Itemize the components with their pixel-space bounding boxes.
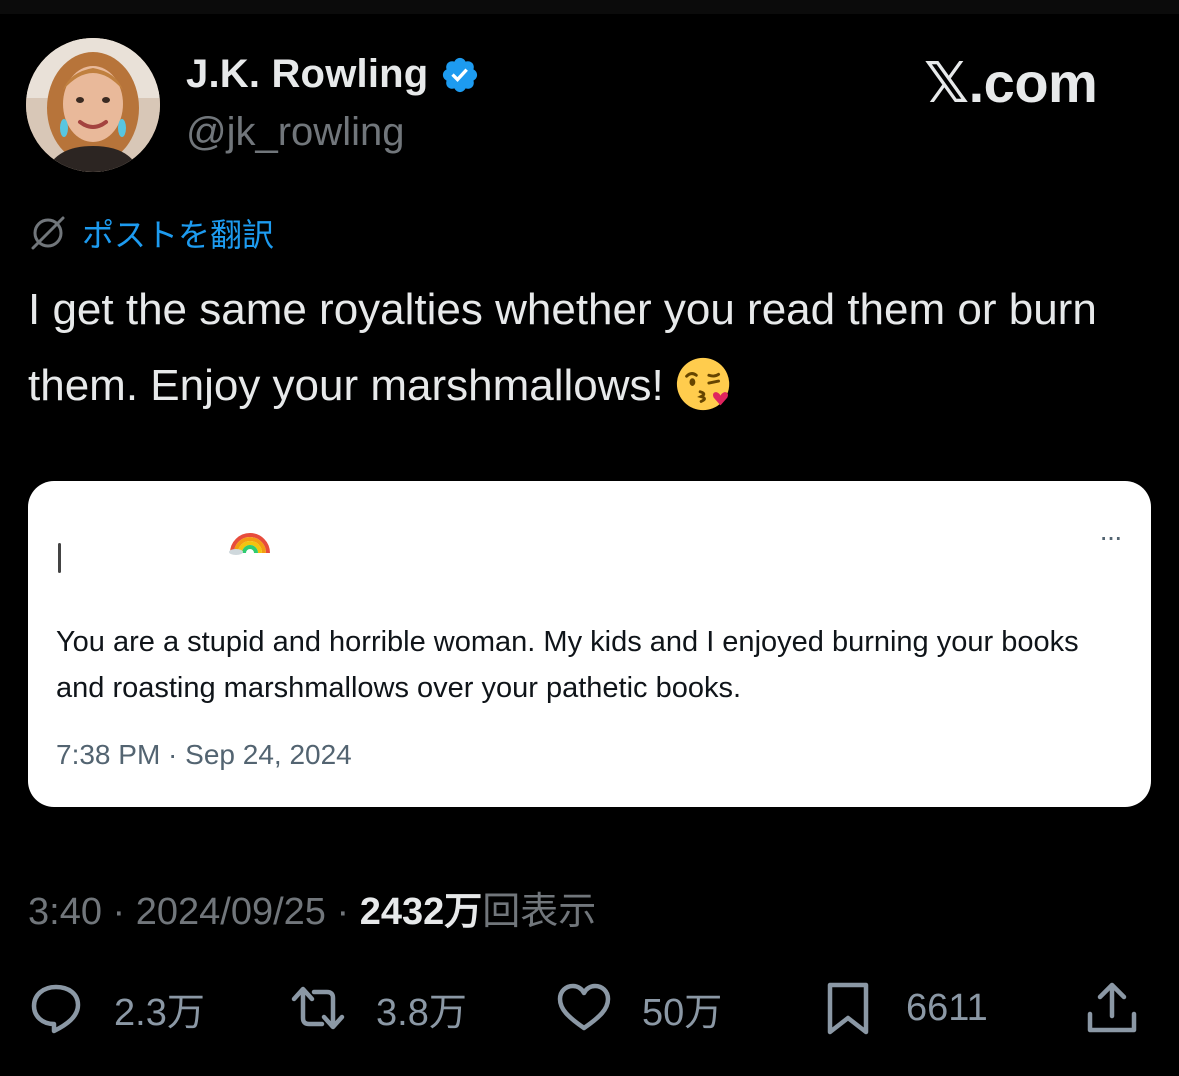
meta-separator: ·: [101, 891, 136, 933]
post-date[interactable]: 2024/09/25: [136, 891, 326, 933]
bookmark-icon: [827, 982, 869, 1035]
post-time[interactable]: 3:40: [28, 891, 102, 933]
reply-icon: [31, 984, 81, 1034]
author-name-row: J.K. Rowling: [186, 52, 480, 97]
brand-watermark: 𝕏.com: [924, 51, 1098, 114]
translate-post-link[interactable]: ポストを翻訳: [82, 210, 274, 256]
repost-count: 3.8万: [376, 991, 467, 1034]
verified-badge-icon: [443, 57, 478, 92]
avatar[interactable]: [26, 38, 160, 172]
kissing-face-with-heart-icon: [676, 358, 729, 411]
repost-icon: [291, 986, 345, 1030]
meta-separator: ·: [325, 891, 360, 933]
more-options-icon[interactable]: ···: [1099, 523, 1123, 551]
bookmark-button[interactable]: 6611: [820, 975, 988, 1041]
reply-button[interactable]: 2.3万: [28, 975, 205, 1041]
like-count: 50万: [642, 991, 723, 1034]
author-handle[interactable]: @jk_rowling: [186, 110, 404, 155]
tweet-text: I get the same royalties whether you rea…: [28, 285, 1097, 410]
embedded-screenshot-card[interactable]: ··· You are a stupid and horrible woman.…: [28, 481, 1151, 807]
heart-icon: [557, 983, 611, 1031]
tweet-body: I get the same royalties whether you rea…: [28, 272, 1148, 424]
card-timestamp: 7:38 PM · Sep 24, 2024: [56, 739, 352, 770]
share-icon: [1087, 982, 1137, 1033]
card-post-text: You are a stupid and horrible woman. My …: [56, 626, 1079, 704]
like-button[interactable]: 50万: [556, 975, 722, 1041]
repost-button[interactable]: 3.8万: [290, 975, 467, 1041]
views-count: 2432: [359, 891, 445, 933]
bookmark-count: 6611: [906, 986, 988, 1029]
status-bar-strip: [0, 0, 1179, 14]
views-label: 回表示: [482, 891, 597, 933]
translate-globe-icon: [31, 216, 65, 250]
action-bar: 2.3万 3.8万 50万 6611: [0, 975, 1179, 1045]
post-meta-row: 3:40 · 2024/09/25 · 2432万回表示: [28, 880, 596, 935]
card-edge-mark: [58, 543, 61, 573]
rainbow-icon: [229, 533, 270, 555]
views-count-unit: 万: [444, 891, 483, 933]
avatar-portrait-icon: [26, 38, 160, 172]
author-display-name[interactable]: J.K. Rowling: [186, 52, 428, 97]
share-button[interactable]: [1084, 975, 1140, 1041]
translate-post-row[interactable]: ポストを翻訳: [28, 210, 274, 256]
reply-count: 2.3万: [114, 991, 205, 1034]
